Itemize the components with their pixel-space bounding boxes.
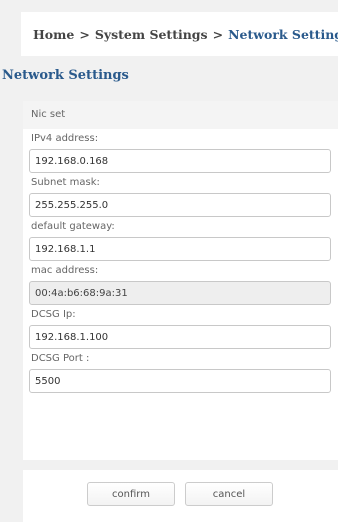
breadcrumb-system-settings-link[interactable]: System Settings (95, 27, 208, 42)
mac-address-field (29, 281, 331, 305)
dcsg-ip-label: DCSG Ip: (31, 309, 76, 320)
dcsg-port-label: DCSG Port : (31, 353, 90, 364)
breadcrumb: Home > System Settings > Network Setting… (21, 12, 338, 56)
breadcrumb-separator: > (79, 26, 90, 42)
network-settings-page: Home > System Settings > Network Setting… (0, 0, 338, 522)
group-header-nic-set: Nic set (23, 101, 338, 129)
page-title: Network Settings (2, 68, 129, 83)
dcsg-port-input[interactable] (29, 369, 331, 393)
breadcrumb-current: Network Settings (228, 26, 338, 42)
breadcrumb-separator: > (212, 26, 224, 42)
default-gateway-label: default gateway: (31, 221, 115, 232)
form-footer: confirm cancel (23, 470, 338, 522)
nic-settings-form: Nic set IPv4 address: Subnet mask: defau… (23, 101, 338, 460)
cancel-button[interactable]: cancel (185, 482, 273, 506)
default-gateway-input[interactable] (29, 237, 331, 261)
subnet-mask-label: Subnet mask: (31, 177, 100, 188)
subnet-mask-input[interactable] (29, 193, 331, 217)
confirm-button[interactable]: confirm (87, 482, 175, 506)
ipv4-address-input[interactable] (29, 149, 331, 173)
breadcrumb-home-link[interactable]: Home (33, 27, 74, 42)
ipv4-address-label: IPv4 address: (31, 133, 99, 144)
mac-address-label: mac address: (31, 265, 99, 276)
dcsg-ip-input[interactable] (29, 325, 331, 349)
